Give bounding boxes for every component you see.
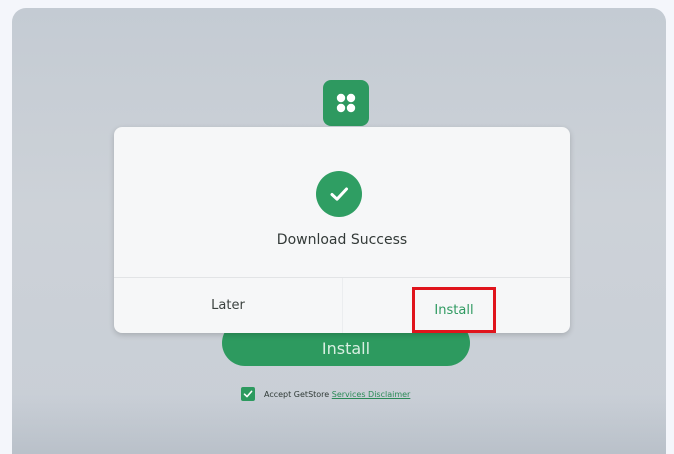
download-success-dialog: Download Success Later Install xyxy=(114,127,570,333)
accept-disclaimer-row[interactable]: Accept GetStore Services Disclaimer xyxy=(241,385,410,403)
screen-shade xyxy=(12,394,666,454)
install-button[interactable]: Install xyxy=(412,287,496,333)
checkmark-icon xyxy=(243,390,253,398)
accept-checkbox[interactable] xyxy=(241,387,255,401)
checkmark-icon xyxy=(330,187,348,201)
app-grid-icon xyxy=(336,93,356,113)
dialog-button-divider xyxy=(342,278,343,333)
check-circle-icon xyxy=(316,171,362,217)
app-logo xyxy=(323,80,369,126)
dialog-message: Download Success xyxy=(276,232,408,248)
accept-label: Accept GetStore Services Disclaimer xyxy=(264,390,410,399)
services-disclaimer-link[interactable]: Services Disclaimer xyxy=(332,390,411,399)
accept-text: Accept GetStore xyxy=(264,389,330,399)
later-button[interactable]: Later xyxy=(114,278,342,333)
tv-screen: Install Accept GetStore Services Disclai… xyxy=(12,8,666,454)
